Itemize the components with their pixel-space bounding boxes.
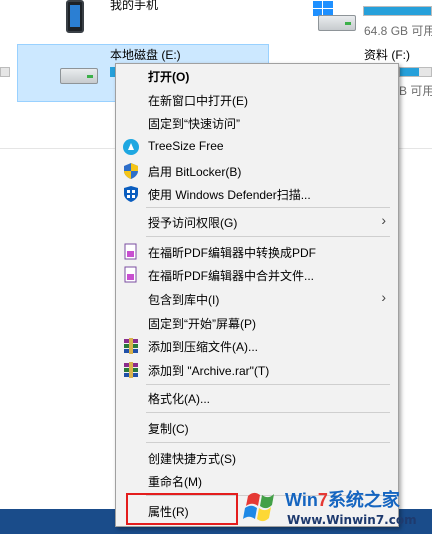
defender-icon (124, 186, 138, 202)
watermark-brand-win: Win (285, 490, 318, 510)
menu-item-label: TreeSize Free (148, 139, 224, 153)
menu-item-add-archive[interactable]: 添加到压缩文件(A)... (116, 335, 398, 357)
menu-item-label: 使用 Windows Defender扫描... (148, 188, 311, 202)
menu-separator (146, 384, 390, 385)
drive-f-free-text: B 可用 (399, 84, 432, 98)
drive-c-free-text: 64.8 GB 可用， (364, 24, 432, 38)
watermark-brand-rest: 系统之家 (327, 490, 400, 510)
chevron-right-icon: › (381, 289, 386, 305)
treesize-icon (123, 139, 139, 155)
menu-item-format[interactable]: 格式化(A)... (116, 387, 398, 409)
drive-f-usage-bar (399, 67, 432, 77)
pdf-document-icon (124, 243, 137, 260)
menu-separator (146, 412, 390, 413)
menu-item-label: 在新窗口中打开(E) (148, 94, 248, 108)
menu-item-label: 创建快捷方式(S) (148, 452, 236, 466)
menu-item-open-new-window[interactable]: 在新窗口中打开(E) (116, 89, 398, 111)
menu-item-defender-scan[interactable]: 使用 Windows Defender扫描... (116, 183, 398, 205)
menu-separator (146, 236, 390, 237)
menu-item-label: 在福昕PDF编辑器中转换成PDF (148, 246, 317, 260)
menu-separator (146, 442, 390, 443)
menu-item-create-shortcut[interactable]: 创建快捷方式(S) (116, 447, 398, 469)
context-menu: 打开(O) 在新窗口中打开(E) 固定到“快速访问” TreeSize Free… (115, 63, 399, 527)
menu-item-label: 添加到压缩文件(A)... (148, 340, 258, 354)
menu-item-pin-start[interactable]: 固定到“开始”屏幕(P) (116, 312, 398, 334)
menu-item-label: 授予访问权限(G) (148, 216, 238, 230)
chevron-right-icon: › (381, 212, 386, 228)
menu-item-open[interactable]: 打开(O) (116, 65, 398, 87)
menu-item-pin-quick-access[interactable]: 固定到“快速访问” (116, 112, 398, 134)
menu-item-grant-access[interactable]: 授予访问权限(G) › (116, 211, 398, 233)
menu-item-foxit-merge[interactable]: 在福昕PDF编辑器中合并文件... (116, 264, 398, 286)
menu-item-label: 启用 BitLocker(B) (148, 165, 242, 179)
watermark-url: Www.Winwin7.com (287, 513, 417, 527)
menu-item-include-library[interactable]: 包含到库中(I) › (116, 288, 398, 310)
menu-item-foxit-convert[interactable]: 在福昕PDF编辑器中转换成PDF (116, 241, 398, 263)
menu-item-label: 固定到“开始”屏幕(P) (148, 317, 256, 331)
menu-item-bitlocker[interactable]: 启用 BitLocker(B) (116, 160, 398, 182)
highlight-box (126, 493, 238, 525)
menu-item-label: 打开(O) (148, 70, 190, 84)
menu-item-label: 固定到“快速访问” (148, 117, 240, 131)
drive-c-usage-bar (363, 6, 432, 16)
phone-icon (66, 0, 84, 33)
menu-item-treesize[interactable]: TreeSize Free (116, 136, 398, 158)
menu-item-label: 在福昕PDF编辑器中合并文件... (148, 269, 315, 283)
pdf-merge-icon (124, 266, 137, 283)
my-phone-label: 我的手机 (110, 0, 159, 12)
winrar-icon (124, 338, 138, 354)
menu-item-label: 格式化(A)... (148, 392, 210, 406)
drive-f-label: 资料 (F:) (364, 48, 410, 62)
watermark-brand: Win7系统之家 (285, 486, 400, 512)
menu-item-label: 复制(C) (148, 422, 189, 436)
drive-e-label: 本地磁盘 (E:) (110, 48, 181, 62)
drive-c-icon (318, 15, 356, 31)
shield-icon (124, 163, 138, 179)
drive-e-icon (60, 68, 98, 84)
menu-separator (146, 207, 390, 208)
left-drive-usage-bar (0, 67, 10, 77)
menu-item-label: 包含到库中(I) (148, 293, 220, 307)
menu-item-label: 添加到 "Archive.rar"(T) (148, 364, 270, 378)
menu-item-label: 重命名(M) (148, 475, 202, 489)
watermark-brand-seven: 7 (317, 490, 328, 510)
menu-item-copy[interactable]: 复制(C) (116, 417, 398, 439)
winrar-icon (124, 362, 138, 378)
menu-item-add-archive-rar[interactable]: 添加到 "Archive.rar"(T) (116, 359, 398, 381)
